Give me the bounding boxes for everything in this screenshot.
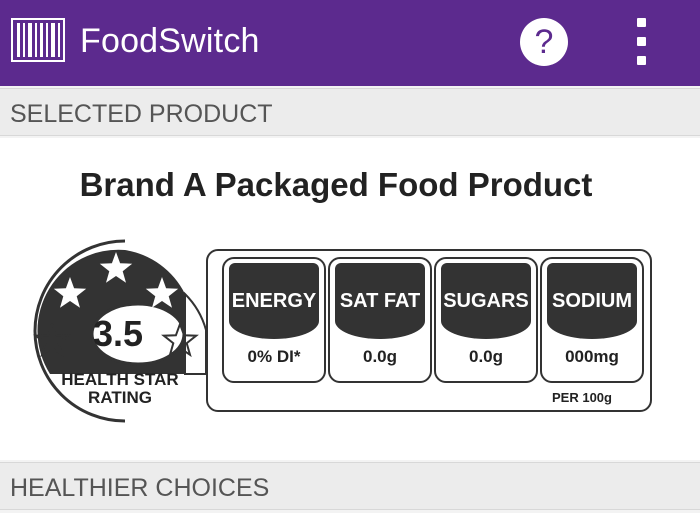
nutrient-value: 000mg xyxy=(565,347,619,366)
nutrient-sodium: SODIUM 000mg xyxy=(540,257,644,383)
nutrient-name: SODIUM xyxy=(547,263,637,339)
app-bar: FoodSwitch ? xyxy=(0,0,700,86)
overflow-menu-icon[interactable] xyxy=(627,18,655,66)
nutrient-sugars: SUGARS 0.0g xyxy=(434,257,538,383)
app-title: FoodSwitch xyxy=(80,22,260,60)
nutrient-name: SAT FAT xyxy=(335,263,425,339)
health-star-label: HEALTH STAR RATING xyxy=(61,370,179,407)
nutrient-value: 0.0g xyxy=(362,347,398,366)
per-100g-note: PER 100g xyxy=(552,390,612,405)
health-star-value: 3.5 xyxy=(92,313,144,354)
barcode-icon xyxy=(11,18,65,62)
nutrient-value: 0.0g xyxy=(468,347,504,366)
selected-product-header: SELECTED PRODUCT xyxy=(0,88,700,136)
nutrient-energy: ENERGY 0% DI* xyxy=(222,257,326,383)
help-button[interactable]: ? xyxy=(520,18,568,66)
healthier-choices-header: HEALTHIER CHOICES xyxy=(0,462,700,510)
nutrient-value: 0% DI* xyxy=(247,347,301,366)
product-name: Brand A Packaged Food Product xyxy=(79,166,593,203)
nutrient-sat-fat: SAT FAT 0.0g xyxy=(328,257,432,383)
nutrient-name: ENERGY xyxy=(229,263,319,339)
nutrient-name: SUGARS xyxy=(441,263,531,339)
